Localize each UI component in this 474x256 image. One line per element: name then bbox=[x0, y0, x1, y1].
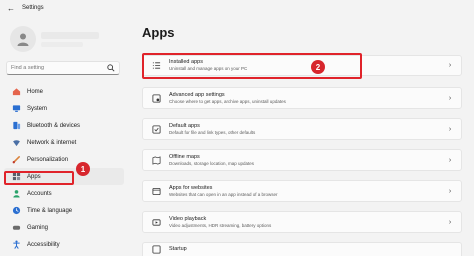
chevron-right-icon: › bbox=[448, 156, 452, 164]
card-video-playback[interactable]: Video playback Video adjustments, HDR st… bbox=[142, 211, 462, 233]
card-text: Advanced app settings Choose where to ge… bbox=[169, 92, 445, 105]
card-apps-for-websites[interactable]: Apps for websites Websites that can open… bbox=[142, 180, 462, 202]
chevron-right-icon: › bbox=[448, 125, 452, 133]
annotation-box-apps bbox=[4, 171, 74, 185]
sidebar-item-bluetooth[interactable]: Bluetooth & devices bbox=[0, 117, 128, 134]
app-settings-icon bbox=[149, 93, 163, 103]
sidebar: Home System Bluetooth & devices Network … bbox=[0, 16, 128, 256]
default-apps-icon bbox=[149, 124, 163, 134]
annotation-box-installed-apps bbox=[142, 53, 362, 79]
card-subtitle: Websites that can open in an app instead… bbox=[169, 191, 278, 197]
back-arrow-icon[interactable]: ← bbox=[0, 4, 22, 13]
annotation-badge-1: 1 bbox=[76, 162, 90, 176]
card-subtitle: Choose where to get apps, archive apps, … bbox=[169, 98, 286, 104]
sidebar-item-label: Bluetooth & devices bbox=[27, 122, 81, 129]
card-offline-maps[interactable]: Offline maps Downloads, storage location… bbox=[142, 149, 462, 171]
chevron-right-icon: › bbox=[448, 218, 452, 226]
card-title: Advanced app settings bbox=[169, 91, 225, 98]
sidebar-item-label: Accounts bbox=[27, 190, 52, 197]
sidebar-item-label: Time & language bbox=[27, 207, 73, 214]
card-title: Default apps bbox=[169, 122, 200, 129]
monitor-icon bbox=[10, 104, 22, 113]
accessibility-icon bbox=[10, 240, 22, 249]
chevron-right-icon: › bbox=[448, 62, 452, 69]
card-advanced-app-settings[interactable]: Advanced app settings Choose where to ge… bbox=[142, 87, 462, 109]
sidebar-item-label: System bbox=[27, 105, 48, 112]
title-bar: ← Settings bbox=[0, 0, 474, 16]
page-title: Apps bbox=[142, 25, 175, 40]
sidebar-item-personalization[interactable]: Personalization bbox=[0, 151, 128, 168]
sidebar-item-network[interactable]: Network & internet bbox=[0, 134, 128, 151]
video-icon bbox=[149, 218, 163, 227]
sidebar-item-gaming[interactable]: Gaming bbox=[0, 219, 128, 236]
card-title: Apps for websites bbox=[169, 184, 213, 191]
card-text: Video playback Video adjustments, HDR st… bbox=[169, 216, 445, 229]
web-app-icon bbox=[149, 187, 163, 196]
window-title: Settings bbox=[22, 5, 44, 11]
person-icon bbox=[10, 189, 22, 198]
search-box[interactable] bbox=[6, 61, 120, 75]
card-startup[interactable]: Startup bbox=[142, 242, 462, 256]
chevron-right-icon: › bbox=[448, 187, 452, 195]
annotation-badge-2: 2 bbox=[311, 60, 325, 74]
sidebar-item-label: Gaming bbox=[27, 224, 49, 231]
person-avatar-icon bbox=[17, 33, 29, 46]
search-icon[interactable] bbox=[107, 64, 115, 72]
user-name-redacted bbox=[41, 32, 99, 39]
sidebar-item-label: Network & internet bbox=[27, 139, 77, 146]
card-text: Default apps Default for file and link t… bbox=[169, 123, 445, 136]
sidebar-item-time-language[interactable]: Time & language bbox=[0, 202, 128, 219]
sidebar-item-label: Accessibility bbox=[27, 241, 60, 248]
sidebar-item-label: Personalization bbox=[27, 156, 69, 163]
avatar[interactable] bbox=[10, 26, 36, 52]
bluetooth-icon bbox=[10, 121, 22, 130]
card-title: Video playback bbox=[169, 215, 207, 222]
home-icon bbox=[10, 87, 22, 96]
chevron-right-icon: › bbox=[448, 94, 452, 102]
map-icon bbox=[149, 155, 163, 165]
card-subtitle: Default for file and link types, other d… bbox=[169, 129, 256, 135]
card-subtitle: Downloads, storage location, map updates bbox=[169, 160, 255, 166]
sidebar-item-home[interactable]: Home bbox=[0, 83, 128, 100]
card-title: Startup bbox=[169, 246, 187, 252]
card-text: Offline maps Downloads, storage location… bbox=[169, 154, 445, 167]
sidebar-item-label: Home bbox=[27, 88, 44, 95]
card-text: Apps for websites Websites that can open… bbox=[169, 185, 445, 198]
main-content: Apps Installed apps Uninstall and manage… bbox=[128, 16, 474, 256]
card-subtitle: Video adjustments, HDR streaming, batter… bbox=[169, 222, 272, 228]
card-text: Startup bbox=[169, 246, 461, 253]
sidebar-item-system[interactable]: System bbox=[0, 100, 128, 117]
wifi-icon bbox=[10, 138, 22, 147]
globe-clock-icon bbox=[10, 206, 22, 215]
sidebar-item-accessibility[interactable]: Accessibility bbox=[0, 236, 128, 253]
startup-icon bbox=[149, 245, 163, 254]
card-default-apps[interactable]: Default apps Default for file and link t… bbox=[142, 118, 462, 140]
gamepad-icon bbox=[10, 223, 22, 232]
search-input[interactable] bbox=[11, 65, 107, 71]
sidebar-item-accounts[interactable]: Accounts bbox=[0, 185, 128, 202]
brush-icon bbox=[10, 155, 22, 164]
user-email-redacted bbox=[41, 42, 83, 47]
card-title: Offline maps bbox=[169, 153, 200, 160]
sidebar-nav: Home System Bluetooth & devices Network … bbox=[0, 83, 128, 253]
